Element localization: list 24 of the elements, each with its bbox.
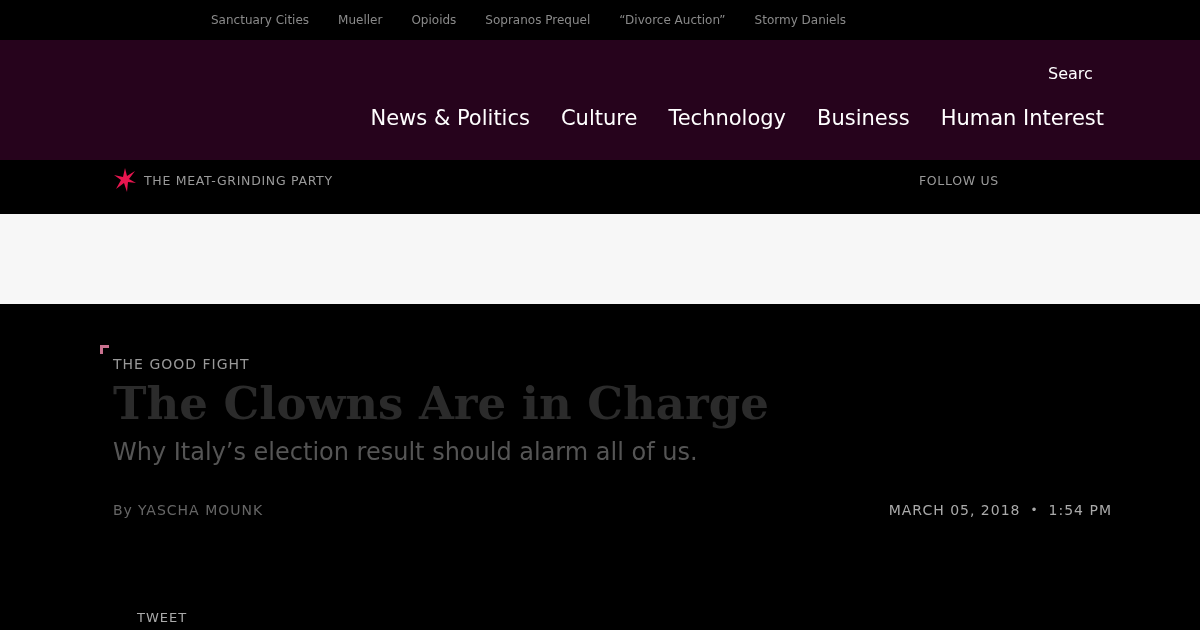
kicker: THE GOOD FIGHT [113,356,251,372]
nav-link[interactable]: Human Interest [940,106,1104,130]
search-field[interactable]: Searc [1048,63,1104,83]
corner-icon [100,345,109,354]
date-text: MARCH 05, 2018 [888,502,1021,518]
subheadline: Why Italy’s election result should alarm all of us. [113,438,699,466]
nav-link[interactable]: Business [817,106,910,130]
author-link[interactable]: YASCHA MOUNK [137,502,264,518]
nav-link[interactable]: News & Politics [370,106,530,130]
trending-link[interactable]: Sopranos Prequel [485,13,591,27]
trending-link[interactable]: Mueller [338,13,383,27]
nav-link[interactable]: Culture [560,106,638,130]
tweet-button[interactable]: TWEET [137,610,1112,625]
follow-link[interactable]: FOLLOW US [918,172,999,188]
separator: • [1030,503,1039,517]
trending-link[interactable]: Sanctuary Cities [211,13,310,27]
nav-link[interactable]: Technology [668,106,787,130]
trending-link[interactable]: Opioids [411,13,457,27]
byline-label: By [113,502,133,518]
splat-icon [113,167,137,193]
time-text: 1:54 PM [1048,502,1112,518]
trending-link[interactable]: “Divorce Auction” [619,13,726,27]
trending-link[interactable]: Stormy Daniels [754,13,847,27]
series-label: THE MEAT-GRINDING PARTY [144,172,333,188]
